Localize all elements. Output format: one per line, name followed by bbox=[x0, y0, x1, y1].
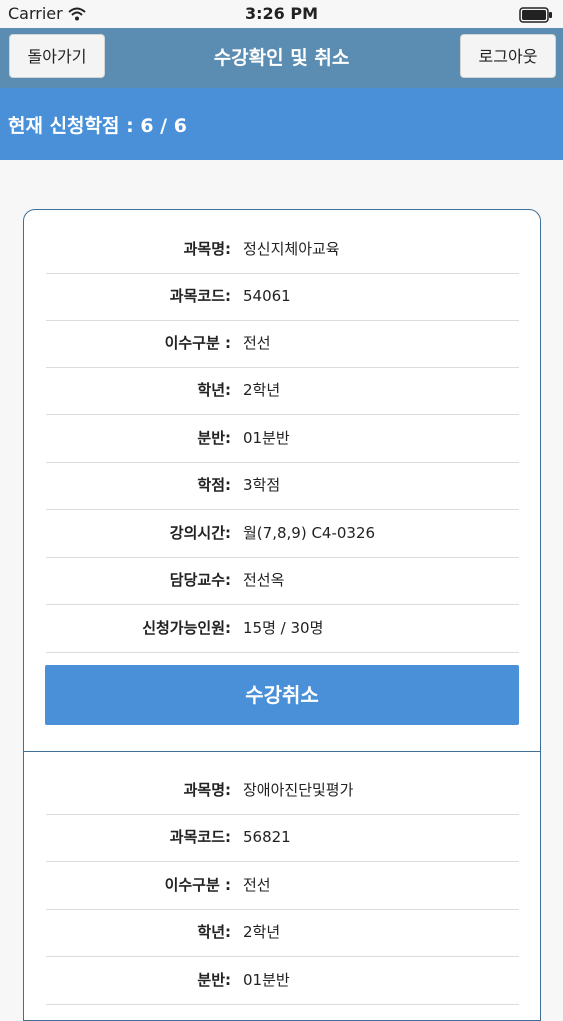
status-bar: Carrier 3:26 PM bbox=[0, 0, 563, 28]
category-label: 이수구분 : bbox=[164, 876, 231, 894]
professor-value: 전선옥 bbox=[243, 571, 285, 589]
category-value: 전선 bbox=[243, 334, 271, 352]
code-value: 56821 bbox=[243, 828, 291, 846]
category-label: 이수구분 : bbox=[164, 334, 231, 352]
info-row-subject: 과목명: 장애아진단및평가 bbox=[46, 767, 519, 815]
info-row-capacity: 신청가능인원: 15명 / 30명 bbox=[46, 605, 519, 653]
info-row-code: 과목코드: 56821 bbox=[46, 814, 519, 862]
capacity-value: 15명 / 30명 bbox=[243, 619, 324, 637]
info-row-code: 과목코드: 54061 bbox=[46, 273, 519, 321]
professor-label: 담당교수: bbox=[169, 571, 231, 589]
page-title: 수강확인 및 취소 bbox=[213, 47, 350, 69]
subject-label: 과목명: bbox=[183, 781, 231, 799]
credits-label: 학점: bbox=[197, 476, 231, 494]
section-value: 01분반 bbox=[243, 429, 290, 447]
subject-value: 장애아진단및평가 bbox=[243, 781, 354, 799]
info-row-credits: 학점: 3학점 bbox=[46, 462, 519, 510]
section-label: 분반: bbox=[197, 971, 231, 989]
category-value: 전선 bbox=[243, 876, 271, 894]
info-row-schedule: 강의시간: 월(7,8,9) C4-0326 bbox=[46, 510, 519, 558]
subject-value: 정신지체아교육 bbox=[243, 240, 340, 258]
status-time: 3:26 PM bbox=[244, 4, 318, 23]
schedule-label: 강의시간: bbox=[169, 524, 231, 542]
cancel-enrollment-button[interactable]: 수강취소 bbox=[45, 665, 519, 725]
info-row-grade: 학년: 2학년 bbox=[46, 367, 519, 415]
back-button[interactable]: 돌아가기 bbox=[9, 34, 105, 78]
logout-button[interactable]: 로그아웃 bbox=[460, 34, 556, 78]
schedule-value: 월(7,8,9) C4-0326 bbox=[243, 524, 376, 542]
grade-value: 2학년 bbox=[243, 923, 281, 941]
info-row-grade: 학년: 2학년 bbox=[46, 909, 519, 957]
credit-banner: 현재 신청학점 : 6 / 6 bbox=[0, 88, 563, 160]
info-row-section: 분반: 01분반 bbox=[46, 957, 519, 1005]
navigation-bar: 돌아가기 수강확인 및 취소 로그아웃 bbox=[0, 28, 563, 88]
section-label: 분반: bbox=[197, 429, 231, 447]
code-label: 과목코드: bbox=[169, 828, 231, 846]
code-value: 54061 bbox=[243, 287, 291, 305]
subject-label: 과목명: bbox=[183, 240, 231, 258]
info-row-subject: 과목명: 정신지체아교육 bbox=[46, 226, 519, 274]
code-label: 과목코드: bbox=[169, 287, 231, 305]
battery-icon bbox=[519, 7, 553, 27]
info-row-category: 이수구분 : 전선 bbox=[46, 320, 519, 368]
course-card: 과목명: 정신지체아교육 과목코드: 54061 이수구분 : 전선 학년: 2… bbox=[23, 209, 541, 752]
info-row-section: 분반: 01분반 bbox=[46, 415, 519, 463]
grade-label: 학년: bbox=[197, 923, 231, 941]
grade-label: 학년: bbox=[197, 381, 231, 399]
grade-value: 2학년 bbox=[243, 381, 281, 399]
section-value: 01분반 bbox=[243, 971, 290, 989]
info-row-category: 이수구분 : 전선 bbox=[46, 862, 519, 910]
info-row-professor: 담당교수: 전선옥 bbox=[46, 557, 519, 605]
course-card: 과목명: 장애아진단및평가 과목코드: 56821 이수구분 : 전선 학년: … bbox=[23, 751, 541, 1021]
credits-value: 3학점 bbox=[243, 476, 281, 494]
capacity-label: 신청가능인원: bbox=[142, 619, 231, 637]
